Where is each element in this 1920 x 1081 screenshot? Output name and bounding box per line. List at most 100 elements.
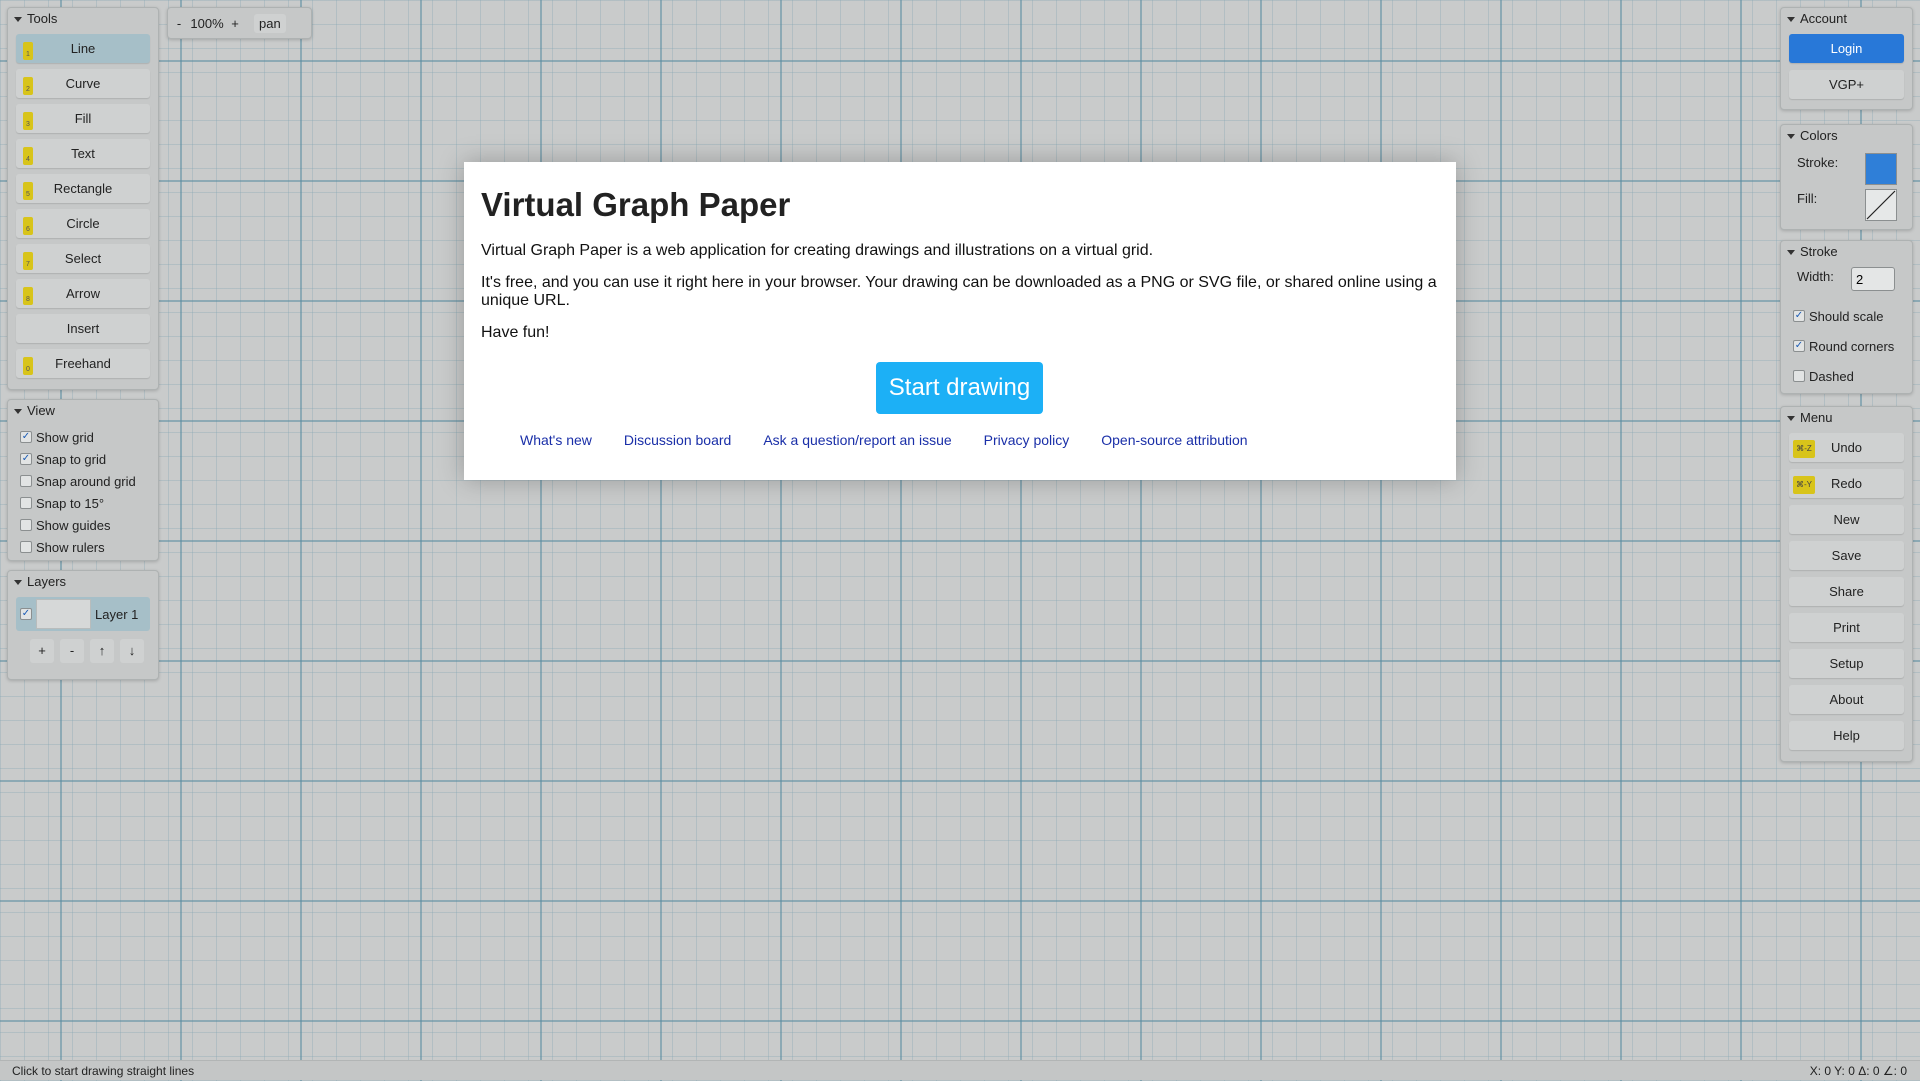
snap-around-grid-option[interactable]: Snap around grid (8, 470, 158, 492)
stroke-width-label: Width: (1797, 269, 1834, 284)
layers-panel: Layers ✓ Layer 1 + - ↑ ↓ (7, 570, 159, 680)
add-layer-button[interactable]: + (30, 639, 54, 663)
menu-panel-header[interactable]: Menu (1781, 407, 1912, 429)
zoom-out-button[interactable]: - (168, 16, 190, 31)
tool-select-button[interactable]: 7 Select (16, 244, 150, 273)
checkbox-icon[interactable] (20, 497, 32, 509)
tool-label: Circle (66, 216, 100, 231)
collapse-caret-icon (1787, 249, 1795, 255)
shortcut-key-badge: 1 (23, 42, 33, 60)
fill-color-label: Fill: (1797, 191, 1818, 206)
tool-arrow-button[interactable]: 8 Arrow (16, 279, 150, 308)
tool-label: Fill (74, 111, 92, 126)
stroke-width-input[interactable] (1851, 267, 1895, 291)
start-drawing-button[interactable]: Start drawing (876, 362, 1043, 414)
undo-button[interactable]: ⌘-Z Undo (1789, 433, 1904, 462)
shortcut-key-badge: 2 (23, 77, 33, 95)
colors-panel: Colors Stroke: Fill: (1780, 124, 1913, 230)
tool-text-button[interactable]: 4 Text (16, 139, 150, 168)
option-label: Snap to grid (36, 451, 107, 467)
help-button[interactable]: Help (1789, 721, 1904, 750)
option-label: Should scale (1809, 308, 1884, 324)
fill-color-swatch[interactable] (1865, 189, 1897, 221)
shortcut-key-badge: 8 (23, 287, 33, 305)
new-button[interactable]: New (1789, 505, 1904, 534)
view-panel: View ✓ Show grid ✓ Snap to grid Snap aroun… (7, 399, 159, 561)
cursor-coordinates: X: 0 Y: 0 Δ: 0 ∠: 0 (1809, 1064, 1907, 1078)
checkbox-icon[interactable] (20, 541, 32, 553)
tool-line-button[interactable]: 1 Line (16, 34, 150, 63)
show-rulers-option[interactable]: Show rulers (8, 536, 158, 558)
round-corners-option[interactable]: ✓ Round corners (1781, 331, 1912, 361)
collapse-caret-icon (14, 16, 22, 22)
privacy-policy-link[interactable]: Privacy policy (984, 432, 1070, 448)
tool-label: Line (70, 41, 96, 56)
zoom-bar: - 100% + pan (167, 7, 312, 39)
stroke-color-label: Stroke: (1797, 155, 1839, 170)
save-button[interactable]: Save (1789, 541, 1904, 570)
checkbox-icon[interactable] (1793, 370, 1805, 382)
tools-panel-title: Tools (27, 11, 58, 26)
stroke-panel-header[interactable]: Stroke (1781, 241, 1912, 263)
show-guides-option[interactable]: Show guides (8, 514, 158, 536)
tool-insert-button[interactable]: Insert (16, 314, 150, 343)
checkbox-checked-icon[interactable]: ✓ (20, 431, 32, 443)
collapse-caret-icon (1787, 16, 1795, 22)
menu-panel: Menu ⌘-Z Undo ⌘-Y Redo New Save Share Prin… (1780, 406, 1913, 762)
colors-panel-header[interactable]: Colors (1781, 125, 1912, 147)
tool-label: Curve (65, 76, 101, 91)
remove-layer-button[interactable]: - (60, 639, 84, 663)
move-layer-up-button[interactable]: ↑ (90, 639, 114, 663)
layer-visible-checkbox-icon[interactable]: ✓ (20, 608, 32, 620)
shortcut-key-badge: 5 (23, 182, 33, 200)
collapse-caret-icon (1787, 415, 1795, 421)
open-source-attribution-link[interactable]: Open-source attribution (1101, 432, 1247, 448)
dialog-intro-text: Virtual Graph Paper is a web application… (481, 242, 1154, 259)
checkbox-icon[interactable] (20, 475, 32, 487)
dialog-links: What's new Discussion board Ask a questi… (520, 432, 1248, 448)
account-panel-title: Account (1800, 11, 1847, 26)
snap-to-15-option[interactable]: Snap to 15° (8, 492, 158, 514)
login-button[interactable]: Login (1789, 34, 1904, 63)
show-grid-option[interactable]: ✓ Show grid (8, 426, 158, 448)
setup-button[interactable]: Setup (1789, 649, 1904, 678)
option-label: Show grid (36, 429, 94, 445)
layers-panel-title: Layers (27, 574, 67, 589)
layers-panel-header[interactable]: Layers (8, 571, 158, 593)
layer-row[interactable]: ✓ Layer 1 (16, 597, 150, 631)
whats-new-link[interactable]: What's new (520, 432, 592, 448)
shortcut-key-badge: ⌘-Z (1793, 440, 1815, 458)
tools-panel-header[interactable]: Tools (8, 8, 158, 30)
ask-question-link[interactable]: Ask a question/report an issue (763, 432, 951, 448)
account-panel-header[interactable]: Account (1781, 8, 1912, 30)
checkbox-checked-icon[interactable]: ✓ (1793, 310, 1805, 322)
print-button[interactable]: Print (1789, 613, 1904, 642)
pan-button[interactable]: pan (254, 13, 286, 33)
tool-freehand-button[interactable]: 0 Freehand (16, 349, 150, 378)
vgp-plus-button[interactable]: VGP+ (1789, 70, 1904, 99)
option-label: Round corners (1809, 338, 1895, 354)
view-panel-header[interactable]: View (8, 400, 158, 422)
tool-label: Text (71, 146, 95, 161)
tool-fill-button[interactable]: 3 Fill (16, 104, 150, 133)
snap-to-grid-option[interactable]: ✓ Snap to grid (8, 448, 158, 470)
checkbox-checked-icon[interactable]: ✓ (1793, 340, 1805, 352)
tool-curve-button[interactable]: 2 Curve (16, 69, 150, 98)
should-scale-option[interactable]: ✓ Should scale (1781, 301, 1912, 331)
move-layer-down-button[interactable]: ↓ (120, 639, 144, 663)
tool-circle-button[interactable]: 6 Circle (16, 209, 150, 238)
collapse-caret-icon (14, 408, 22, 414)
about-button[interactable]: About (1789, 685, 1904, 714)
checkbox-checked-icon[interactable]: ✓ (20, 453, 32, 465)
tool-label: Arrow (66, 286, 100, 301)
menu-item-label: Redo (1830, 476, 1863, 491)
tool-rectangle-button[interactable]: 5 Rectangle (16, 174, 150, 203)
option-label: Snap to 15° (36, 495, 105, 511)
redo-button[interactable]: ⌘-Y Redo (1789, 469, 1904, 498)
checkbox-icon[interactable] (20, 519, 32, 531)
zoom-in-button[interactable]: + (224, 16, 246, 31)
stroke-color-swatch[interactable] (1865, 153, 1897, 185)
dashed-option[interactable]: Dashed (1781, 361, 1912, 391)
share-button[interactable]: Share (1789, 577, 1904, 606)
discussion-board-link[interactable]: Discussion board (624, 432, 731, 448)
